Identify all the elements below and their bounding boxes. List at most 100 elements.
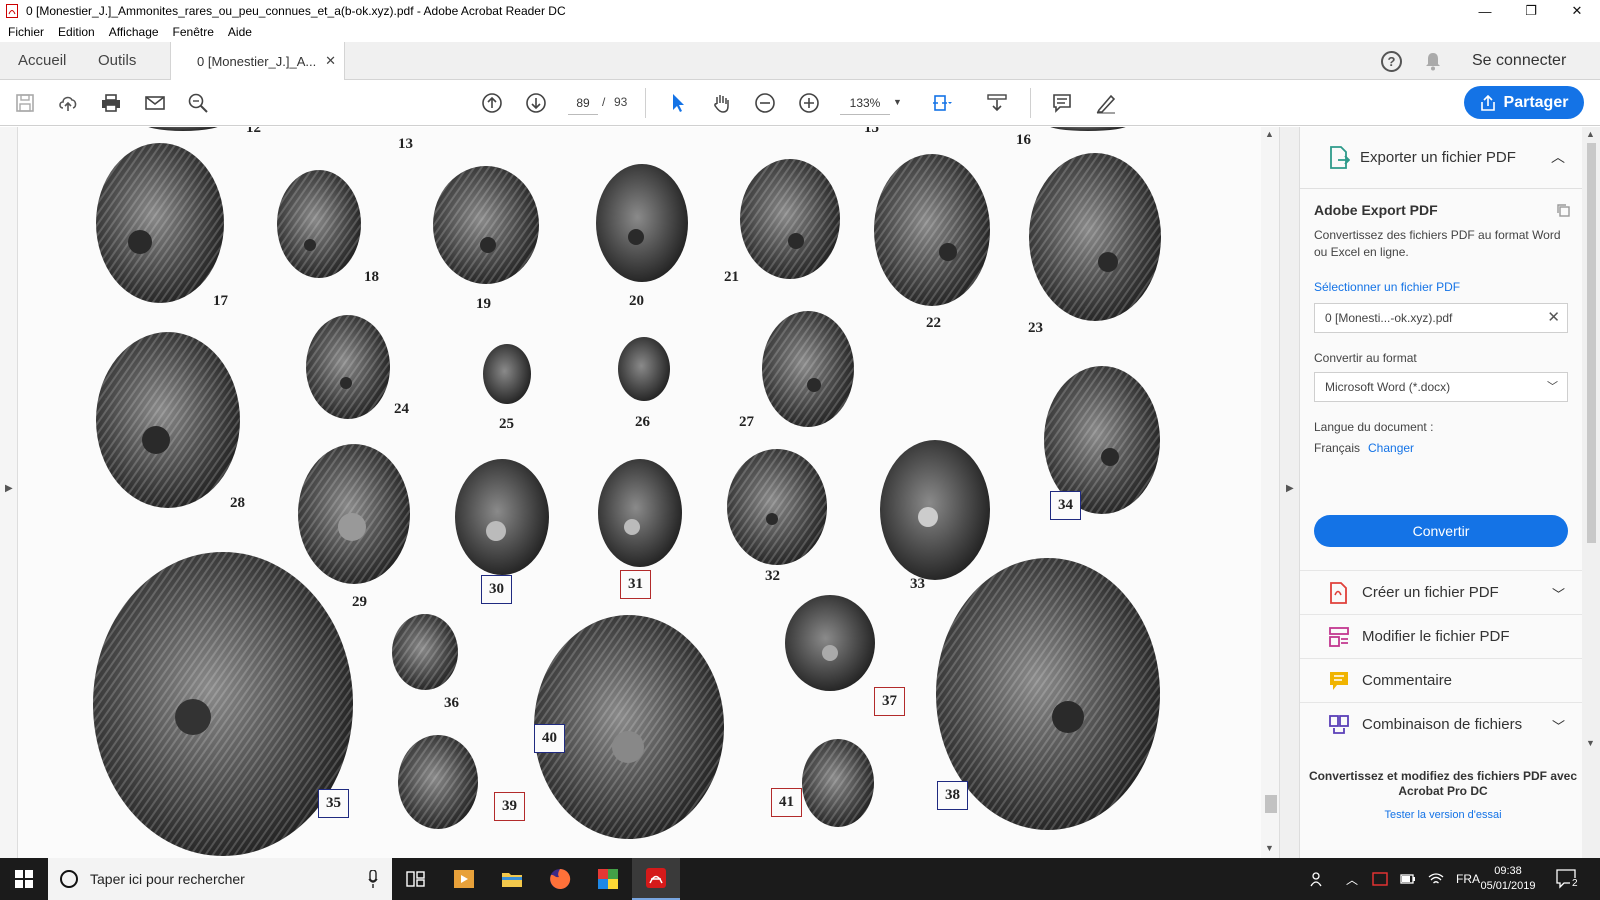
tool-label: Commentaire [1362, 672, 1453, 689]
scroll-thumb[interactable] [1587, 143, 1596, 543]
save-icon[interactable] [13, 91, 37, 115]
acrobat-taskbar-icon[interactable] [632, 858, 680, 900]
help-icon[interactable]: ? [1381, 51, 1402, 72]
windows-taskbar: Taper ici pour rechercher ︿ FRA 09:38 05… [0, 858, 1600, 900]
left-navigation-rail[interactable]: ▶ [0, 127, 18, 858]
task-view-icon[interactable] [392, 858, 440, 900]
page-number-input[interactable] [568, 91, 598, 115]
start-button[interactable] [0, 858, 48, 900]
toolbar-divider [1030, 88, 1031, 118]
selected-file-field[interactable]: 0 [Monesti...-ok.xyz).pdf ✕ [1314, 303, 1568, 333]
pdf-page[interactable]: 12 13 15 16 17 18 19 20 21 22 23 24 25 2… [18, 127, 1261, 858]
close-tab-icon[interactable]: ✕ [325, 53, 336, 69]
hand-tool-icon[interactable] [710, 91, 734, 115]
chevron-down-icon[interactable]: ﹀ [1552, 584, 1565, 603]
tool-edit-pdf[interactable]: Modifier le fichier PDF [1300, 614, 1583, 658]
close-window-button[interactable]: ✕ [1554, 0, 1600, 22]
scroll-mode-icon[interactable] [985, 91, 1009, 115]
chevron-down-icon[interactable]: ﹀ [1552, 716, 1565, 735]
taskbar-search[interactable]: Taper ici pour rechercher [48, 858, 392, 900]
tab-accueil[interactable]: Accueil [18, 42, 66, 80]
adobe-export-title: Adobe Export PDF [1314, 202, 1438, 218]
sign-in-link[interactable]: Se connecter [1472, 42, 1566, 80]
draw-pen-icon[interactable] [1094, 91, 1118, 115]
firefox-icon[interactable] [536, 858, 584, 900]
minimize-button[interactable]: — [1462, 0, 1508, 22]
convert-format-label: Convertir au format [1314, 351, 1417, 365]
zoom-dropdown-icon[interactable]: ▼ [893, 97, 902, 107]
next-page-icon[interactable] [524, 91, 548, 115]
tools-pane-scrollbar[interactable]: ▲ ▼ [1582, 127, 1600, 858]
tab-document[interactable]: 0 [Monestier_J.]_A... ✕ [170, 42, 345, 81]
toolbar: / 93 ▼ Partager [0, 80, 1600, 126]
select-pdf-link[interactable]: Sélectionner un fichier PDF [1314, 280, 1460, 294]
ammonite-fossil [298, 444, 410, 584]
trial-link[interactable]: Tester la version d'essai [1308, 809, 1578, 821]
ammonite-fossil [598, 459, 682, 567]
format-dropdown[interactable]: Microsoft Word (*.docx) ﹀ [1314, 372, 1568, 402]
figure-number: 25 [499, 416, 514, 432]
change-language-link[interactable]: Changer [1368, 441, 1414, 455]
figure-number: 36 [444, 695, 459, 711]
media-player-icon[interactable] [440, 858, 488, 900]
page-fit-icon[interactable] [930, 91, 954, 115]
scroll-thumb[interactable] [1265, 795, 1277, 813]
scroll-down-icon[interactable]: ▼ [1265, 843, 1274, 853]
print-icon[interactable] [99, 91, 123, 115]
zoom-level-input[interactable] [840, 91, 890, 115]
email-icon[interactable] [143, 91, 167, 115]
export-pdf-header[interactable]: Exporter un fichier PDF ︿ [1300, 127, 1583, 189]
tool-create-pdf[interactable]: Créer un fichier PDF ﹀ [1300, 570, 1583, 614]
format-value: Microsoft Word (*.docx) [1325, 380, 1451, 394]
show-hidden-icons-icon[interactable]: ︿ [1346, 871, 1358, 888]
figure-number: 23 [1028, 320, 1043, 336]
search-zoom-icon[interactable] [186, 91, 210, 115]
acrobat-tray-icon[interactable] [1372, 872, 1388, 886]
share-button[interactable]: Partager [1464, 86, 1584, 119]
file-explorer-icon[interactable] [488, 858, 536, 900]
menu-affichage[interactable]: Affichage [109, 25, 159, 39]
menu-fenetre[interactable]: Fenêtre [173, 25, 214, 39]
menu-aide[interactable]: Aide [228, 25, 252, 39]
maximize-button[interactable]: ❐ [1508, 0, 1554, 22]
zoom-in-icon[interactable] [797, 91, 821, 115]
collapse-right-pane-icon[interactable]: ▶ [1286, 483, 1294, 494]
expand-left-pane-icon[interactable]: ▶ [5, 483, 13, 494]
action-center-icon[interactable]: 2 [1555, 868, 1580, 890]
comment-icon[interactable] [1050, 91, 1074, 115]
battery-icon[interactable] [1400, 873, 1416, 885]
title-bar: 0 [Monestier_J.]_Ammonites_rares_ou_peu_… [0, 0, 1600, 22]
select-cursor-icon[interactable] [666, 91, 690, 115]
convert-button[interactable]: Convertir [1314, 515, 1568, 547]
bell-icon[interactable] [1424, 51, 1442, 71]
zoom-out-icon[interactable] [753, 91, 777, 115]
tool-combine-files[interactable]: Combinaison de fichiers ﹀ [1300, 702, 1583, 746]
wifi-icon[interactable] [1428, 872, 1444, 886]
scroll-up-icon[interactable]: ▲ [1586, 129, 1595, 139]
chevron-up-icon[interactable]: ︿ [1551, 147, 1565, 167]
figure-number: 19 [476, 296, 491, 312]
tool-comment[interactable]: Commentaire [1300, 658, 1583, 702]
tab-outils[interactable]: Outils [98, 42, 136, 80]
microphone-icon[interactable] [368, 870, 378, 888]
ammonite-fossil [433, 166, 539, 284]
right-pane-toggle[interactable]: ▶ [1279, 127, 1299, 858]
taskbar-clock[interactable]: 09:38 05/01/2019 [1478, 864, 1538, 894]
figure-number-boxed: 31 [620, 570, 651, 599]
menu-fichier[interactable]: Fichier [8, 25, 44, 39]
copy-icon[interactable] [1555, 202, 1571, 218]
upload-cloud-icon[interactable] [56, 91, 80, 115]
color-app-icon[interactable] [584, 858, 632, 900]
previous-page-icon[interactable] [480, 91, 504, 115]
scroll-down-icon[interactable]: ▼ [1586, 738, 1595, 748]
scroll-up-icon[interactable]: ▲ [1265, 129, 1274, 139]
ammonite-fossil [762, 311, 854, 427]
document-language-value: Français [1314, 441, 1361, 455]
clear-file-icon[interactable]: ✕ [1547, 304, 1560, 332]
people-icon[interactable] [1310, 871, 1326, 887]
ammonite-fossil [455, 459, 549, 575]
ammonite-fossil [96, 143, 224, 303]
input-language[interactable]: FRA [1456, 872, 1480, 886]
document-scrollbar[interactable]: ▲ ▼ [1261, 127, 1279, 858]
menu-edition[interactable]: Edition [58, 25, 95, 39]
